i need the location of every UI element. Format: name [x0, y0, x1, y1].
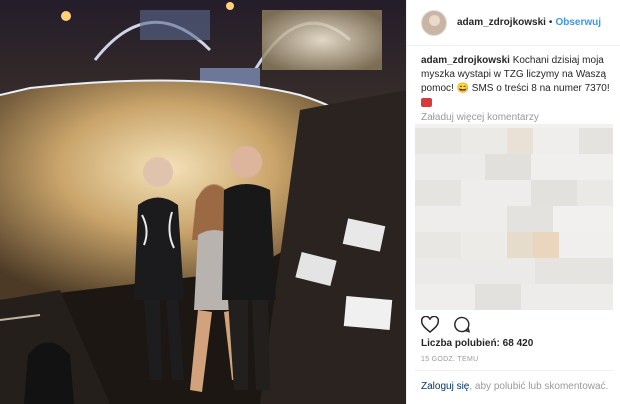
- comment-bubble-icon[interactable]: [453, 316, 471, 338]
- login-link[interactable]: Zaloguj się: [421, 381, 469, 392]
- load-more-comments[interactable]: Załaduj więcej komentarzy: [421, 112, 539, 123]
- follow-button[interactable]: Obserwuj: [555, 17, 601, 28]
- post-header: adam_zdrojkowski • Obserwuj: [407, 0, 620, 46]
- login-prompt: Zaloguj się, aby polubić lub skomentować…: [421, 381, 608, 392]
- post-caption: adam_zdrojkowski Kochani dzisiaj moja my…: [421, 54, 611, 110]
- post-photo[interactable]: [0, 0, 406, 404]
- ballroom-scene: [0, 0, 406, 404]
- heart-outline-icon[interactable]: [420, 315, 440, 338]
- divider: [415, 370, 613, 371]
- post-sidebar: adam_zdrojkowski • Obserwuj adam_zdrojko…: [406, 0, 620, 404]
- avatar[interactable]: [421, 9, 447, 36]
- username-link[interactable]: adam_zdrojkowski: [457, 17, 546, 28]
- separator-dot: •: [548, 17, 553, 28]
- post-actions: [420, 315, 471, 338]
- caption-username[interactable]: adam_zdrojkowski: [421, 55, 510, 66]
- heart-emoji-icon: [421, 97, 432, 107]
- login-prompt-text: , aby polubić lub skomentować.: [469, 381, 609, 392]
- likes-count[interactable]: Liczba polubień: 68 420: [421, 338, 533, 349]
- blurred-comments: [415, 124, 613, 310]
- post-timestamp: 15 GODZ. TEMU: [421, 356, 479, 363]
